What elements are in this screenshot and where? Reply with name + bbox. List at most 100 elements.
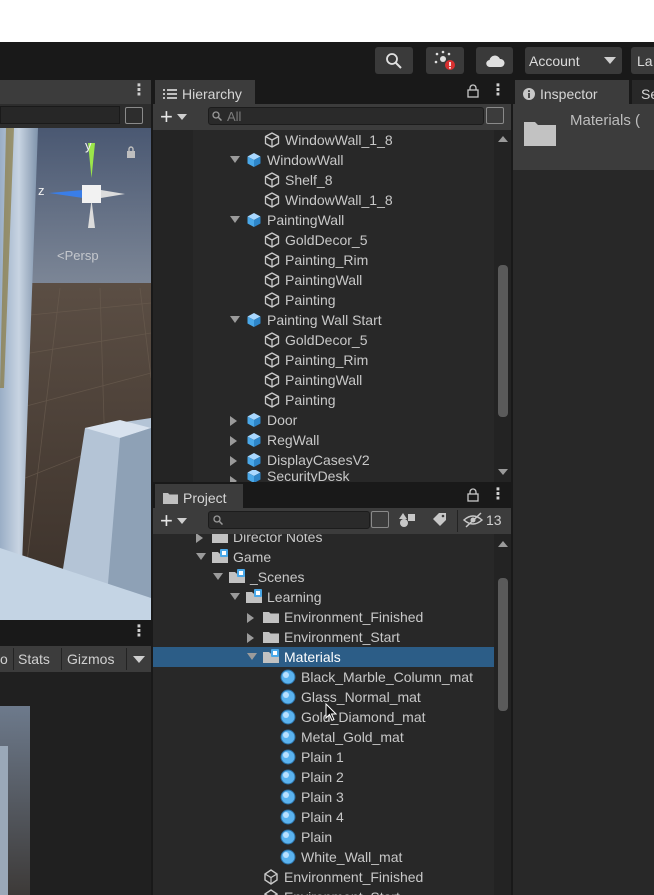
expand-arrow-open-icon[interactable] [247, 653, 257, 660]
hierarchy-item[interactable]: PaintingWall [193, 210, 494, 230]
project-item[interactable]: Plain 1 [153, 747, 494, 767]
lock-icon[interactable] [467, 84, 479, 98]
list-icon [163, 89, 177, 99]
scene-search-field[interactable] [0, 106, 120, 124]
hierarchy-item[interactable]: WindowWall_1_8 [193, 130, 494, 150]
gizmos-dropdown-icon[interactable] [133, 656, 145, 663]
expand-arrow-open-icon[interactable] [230, 593, 240, 600]
hierarchy-item[interactable]: Painting_Rim [193, 350, 494, 370]
hierarchy-item[interactable]: PaintingWall [193, 370, 494, 390]
project-item[interactable]: Black_Marble_Column_mat [153, 667, 494, 687]
hierarchy-item[interactable]: Door [193, 410, 494, 430]
hierarchy-item[interactable]: RegWall [193, 430, 494, 450]
hidden-packages-icon[interactable] [463, 512, 485, 528]
separator [13, 648, 14, 670]
hierarchy-gutter [153, 130, 193, 482]
expand-arrow-open-icon[interactable] [230, 216, 240, 223]
hierarchy-filter-icon[interactable] [486, 107, 504, 124]
prefab-icon [247, 313, 261, 327]
expand-arrow-closed-icon[interactable] [247, 633, 254, 643]
project-item[interactable]: Gold_Diamond_mat [153, 707, 494, 727]
hierarchy-item[interactable]: SecurityDesk [193, 470, 494, 482]
material-icon [280, 709, 296, 725]
tab-project[interactable]: Project [155, 484, 243, 510]
hierarchy-item-label: GoldDecor_5 [285, 232, 368, 248]
expand-arrow-closed-icon[interactable] [230, 436, 237, 446]
hierarchy-item[interactable]: PaintingWall [193, 270, 494, 290]
project-filter-icon[interactable] [371, 511, 389, 528]
scroll-up-icon[interactable] [498, 541, 508, 547]
hierarchy-item[interactable]: GoldDecor_5 [193, 330, 494, 350]
collab-button[interactable] [426, 47, 464, 74]
account-dropdown[interactable]: Account [525, 47, 622, 74]
scroll-up-icon[interactable] [498, 136, 508, 142]
project-item[interactable]: Learning [153, 587, 494, 607]
expand-arrow-closed-icon[interactable] [230, 456, 237, 466]
filter-by-type-icon[interactable] [399, 512, 417, 528]
expand-arrow-open-icon[interactable] [196, 553, 206, 560]
hierarchy-item[interactable]: GoldDecor_5 [193, 230, 494, 250]
project-item[interactable]: Environment_Finished [153, 607, 494, 627]
project-item[interactable]: _Scenes [153, 567, 494, 587]
hierarchy-item[interactable]: WindowWall_1_8 [193, 190, 494, 210]
project-item[interactable]: Metal_Gold_mat [153, 727, 494, 747]
hierarchy-scroll-thumb[interactable] [498, 265, 508, 417]
cloud-icon [485, 55, 505, 67]
hierarchy-item-label: Door [267, 412, 298, 428]
hierarchy-more-icon[interactable]: ⋮ [490, 83, 506, 99]
expand-arrow-closed-icon[interactable] [247, 613, 254, 623]
hierarchy-item[interactable]: Painting [193, 290, 494, 310]
project-item[interactable]: Plain 4 [153, 807, 494, 827]
project-item[interactable]: Environment_Start [153, 627, 494, 647]
projection-label[interactable]: <Persp [57, 248, 99, 263]
project-item[interactable]: Environment_Start [153, 887, 494, 895]
hierarchy-item[interactable]: WindowWall [193, 150, 494, 170]
scene-more-icon[interactable]: ⋮ [131, 83, 147, 99]
hierarchy-item-label: SecurityDesk [267, 470, 350, 482]
lock-icon[interactable] [126, 146, 136, 158]
project-scroll-thumb[interactable] [498, 578, 508, 711]
project-item[interactable]: Materials [153, 647, 494, 667]
expand-arrow-open-icon[interactable] [230, 156, 240, 163]
project-more-icon[interactable]: ⋮ [490, 487, 506, 503]
project-item-label: Plain [301, 829, 333, 845]
mesh-icon [264, 392, 280, 408]
tab-services[interactable]: Se [632, 80, 654, 106]
project-item[interactable]: Glass_Normal_mat [153, 687, 494, 707]
game-more-icon[interactable]: ⋮ [131, 624, 147, 640]
hierarchy-item[interactable]: Painting [193, 390, 494, 410]
stats-button[interactable]: Stats [18, 651, 50, 667]
project-item[interactable]: Director Notes [153, 534, 494, 547]
hierarchy-item[interactable]: DisplayCasesV2 [193, 450, 494, 470]
hierarchy-item[interactable]: Shelf_8 [193, 170, 494, 190]
project-item[interactable]: Plain [153, 827, 494, 847]
hierarchy-item[interactable]: Painting Wall Start [193, 310, 494, 330]
scroll-down-icon[interactable] [498, 469, 508, 475]
hierarchy-item[interactable]: Painting_Rim [193, 250, 494, 270]
tab-inspector[interactable]: Inspector [515, 80, 629, 106]
lock-icon[interactable] [467, 488, 479, 502]
scene-search-options-icon[interactable] [125, 107, 143, 124]
expand-arrow-open-icon[interactable] [230, 316, 240, 323]
project-search-input[interactable] [208, 511, 370, 529]
create-dropdown[interactable]: + [160, 106, 194, 128]
project-create-dropdown[interactable]: + [160, 510, 194, 532]
project-item[interactable]: Environment_Finished [153, 867, 494, 887]
filter-by-label-icon[interactable] [432, 512, 448, 528]
mesh-icon [264, 292, 280, 308]
expand-arrow-closed-icon[interactable] [230, 416, 237, 426]
expand-arrow-open-icon[interactable] [213, 573, 223, 580]
layers-dropdown[interactable]: La [631, 47, 654, 74]
project-item[interactable]: White_Wall_mat [153, 847, 494, 867]
project-item[interactable]: Plain 3 [153, 787, 494, 807]
project-item[interactable]: Plain 2 [153, 767, 494, 787]
cloud-button[interactable] [476, 47, 513, 74]
project-item-label: Materials [284, 649, 341, 665]
tab-hierarchy[interactable]: Hierarchy [155, 80, 255, 106]
expand-arrow-closed-icon[interactable] [196, 534, 203, 543]
project-item[interactable]: Game [153, 547, 494, 567]
gizmos-button[interactable]: Gizmos [67, 651, 114, 667]
search-button[interactable] [375, 47, 413, 74]
hierarchy-search-input[interactable]: All [208, 107, 484, 125]
game-toolbar-partial[interactable]: o [0, 651, 8, 667]
